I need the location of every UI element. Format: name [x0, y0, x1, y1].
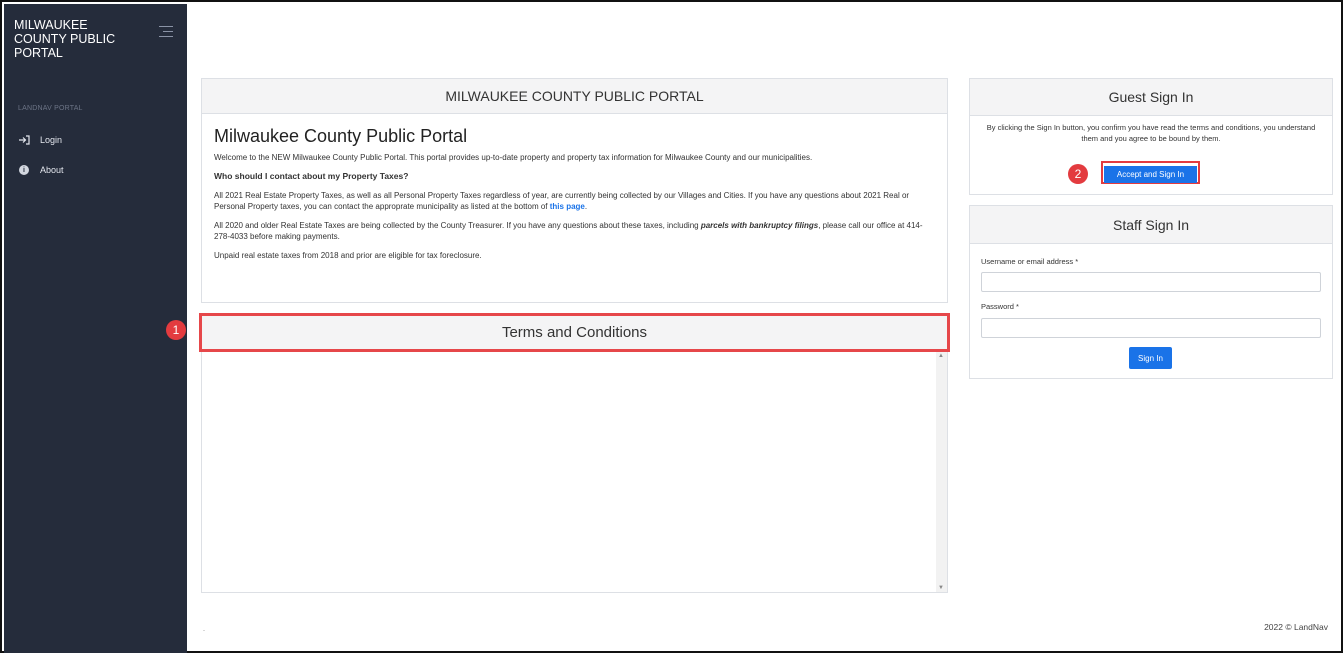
- staff-signin-card: Staff Sign In Username or email address …: [969, 205, 1333, 379]
- contact-question: Who should I contact about my Property T…: [214, 171, 409, 181]
- terms-header: Terms and Conditions: [199, 313, 950, 352]
- foreclosure-text: Unpaid real estate taxes from 2018 and p…: [214, 251, 482, 260]
- scroll-down-icon[interactable]: ▼: [938, 585, 944, 591]
- this-page-link[interactable]: this page: [550, 202, 585, 211]
- page-title: Milwaukee County Public Portal: [214, 126, 468, 146]
- welcome-text: Welcome to the NEW Milwaukee County Publ…: [214, 153, 813, 162]
- app-frame: MILWAUKEE COUNTY PUBLIC PORTAL LANDNAV P…: [0, 0, 1343, 653]
- portal-info-header: MILWAUKEE COUNTY PUBLIC PORTAL: [202, 79, 947, 114]
- username-label: Username or email address *: [981, 257, 1079, 266]
- accept-and-sign-in-button[interactable]: Accept and Sign In: [1104, 166, 1197, 183]
- portal-info-card: MILWAUKEE COUNTY PUBLIC PORTAL Milwaukee…: [201, 78, 948, 303]
- username-field[interactable]: [981, 272, 1321, 292]
- guest-signin-header: Guest Sign In: [970, 79, 1332, 116]
- sidebar: MILWAUKEE COUNTY PUBLIC PORTAL LANDNAV P…: [4, 4, 187, 653]
- info-icon: i: [18, 165, 30, 175]
- annotation-marker-1: 1: [166, 320, 186, 340]
- password-label: Password *: [981, 302, 1019, 311]
- terms-scrollbar[interactable]: ▲ ▼: [936, 352, 947, 592]
- brand-title: MILWAUKEE COUNTY PUBLIC PORTAL: [14, 18, 116, 60]
- sidebar-item-about[interactable]: i About: [18, 165, 64, 175]
- sidebar-item-login[interactable]: Login: [18, 135, 62, 145]
- staff-sign-in-button[interactable]: Sign In: [1129, 347, 1172, 369]
- accept-button-highlight: Accept and Sign In: [1101, 161, 1200, 184]
- staff-signin-header: Staff Sign In: [970, 206, 1332, 244]
- sidebar-item-label: About: [40, 165, 64, 175]
- tax-collection-text: All 2021 Real Estate Property Taxes, as …: [214, 191, 910, 211]
- treasurer-text: All 2020 and older Real Estate Taxes are…: [214, 221, 923, 241]
- login-icon: [18, 135, 30, 145]
- scroll-up-icon[interactable]: ▲: [938, 353, 944, 359]
- annotation-marker-2: 2: [1068, 164, 1088, 184]
- guest-terms-text: By clicking the Sign In button, you conf…: [986, 123, 1316, 143]
- terms-content[interactable]: ▲ ▼: [201, 352, 948, 593]
- footer-copyright: 2022 © LandNav: [1264, 622, 1328, 632]
- sidebar-item-label: Login: [40, 135, 63, 145]
- bankruptcy-emphasis: parcels with bankruptcy filings: [700, 221, 819, 230]
- nav-section-label: LANDNAV PORTAL: [18, 105, 83, 112]
- menu-toggle-icon[interactable]: [159, 26, 173, 41]
- password-field[interactable]: [981, 318, 1321, 338]
- footer-left-mark: -: [203, 628, 205, 634]
